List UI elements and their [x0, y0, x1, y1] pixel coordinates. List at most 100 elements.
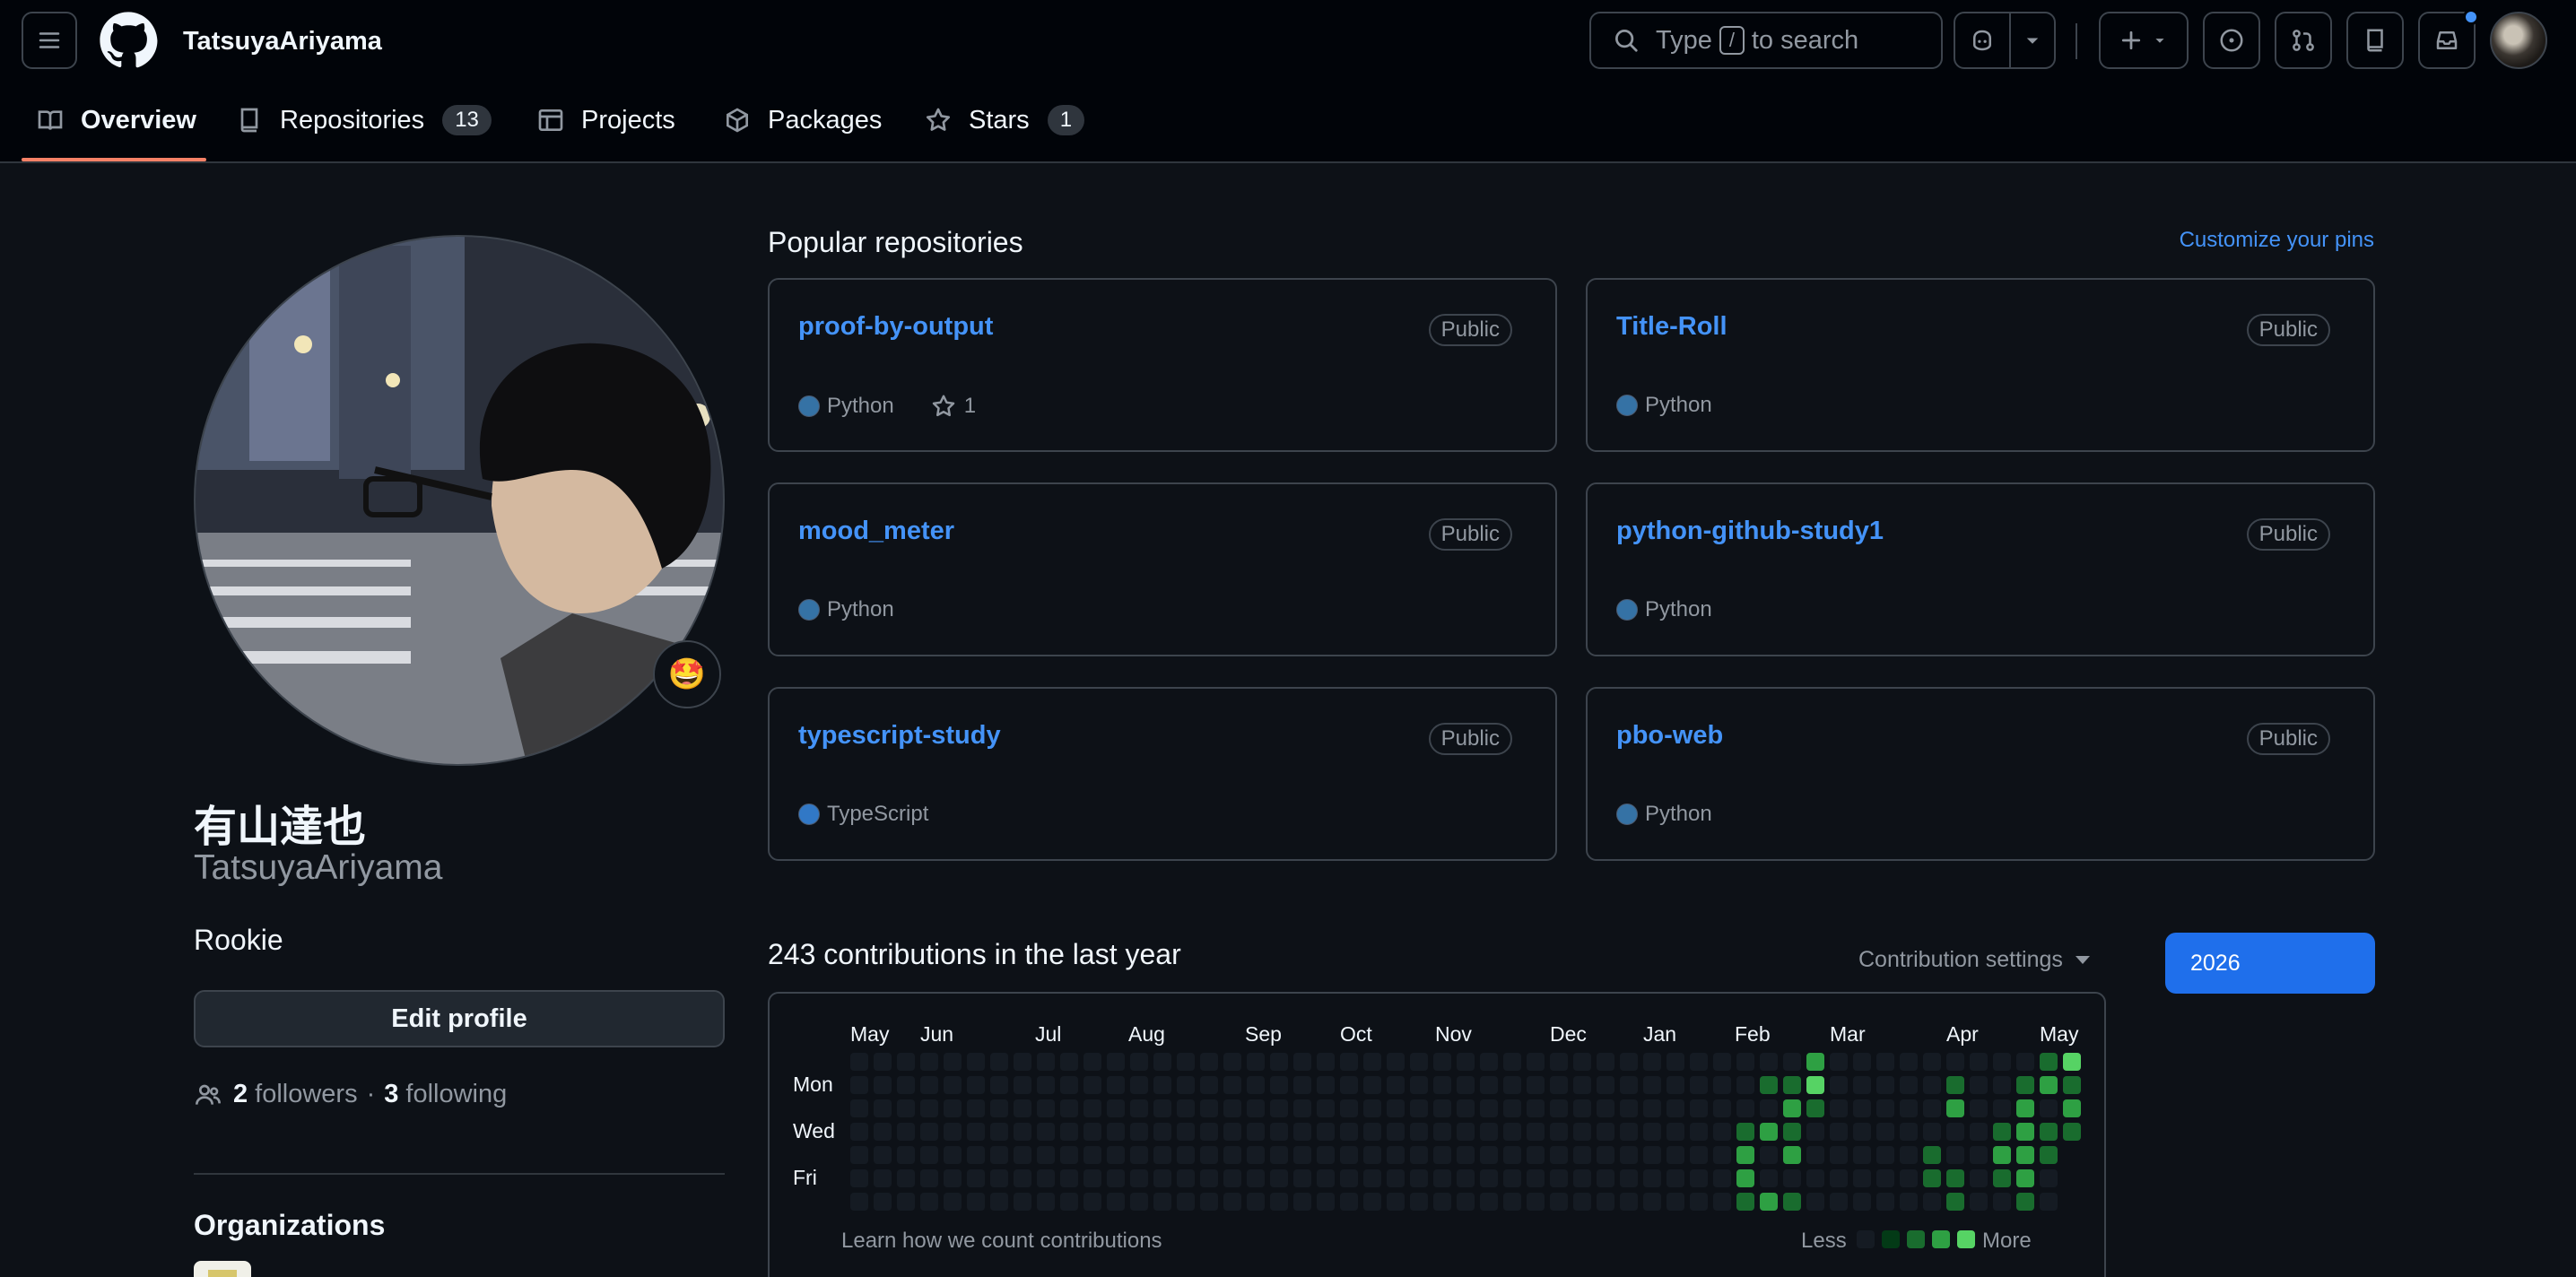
contribution-day-cell[interactable]	[1083, 1146, 1101, 1164]
contribution-day-cell[interactable]	[1433, 1076, 1451, 1094]
contribution-day-cell[interactable]	[1876, 1053, 1894, 1071]
contribution-day-cell[interactable]	[1107, 1076, 1125, 1094]
contribution-day-cell[interactable]	[897, 1146, 915, 1164]
contribution-day-cell[interactable]	[1620, 1053, 1638, 1071]
contribution-day-cell[interactable]	[944, 1076, 962, 1094]
contribution-day-cell[interactable]	[1736, 1123, 1754, 1141]
contribution-day-cell[interactable]	[1387, 1123, 1405, 1141]
contribution-day-cell[interactable]	[1060, 1193, 1078, 1211]
contribution-day-cell[interactable]	[850, 1053, 868, 1071]
contribution-day-cell[interactable]	[944, 1099, 962, 1117]
contribution-day-cell[interactable]	[1293, 1053, 1311, 1071]
contribution-day-cell[interactable]	[920, 1076, 938, 1094]
contribution-day-cell[interactable]	[1503, 1146, 1521, 1164]
contribution-day-cell[interactable]	[1667, 1193, 1684, 1211]
contribution-day-cell[interactable]	[1573, 1099, 1591, 1117]
contribution-day-cell[interactable]	[1573, 1193, 1591, 1211]
contribution-day-cell[interactable]	[1597, 1076, 1614, 1094]
contribution-day-cell[interactable]	[1993, 1123, 2011, 1141]
contribution-day-cell[interactable]	[897, 1053, 915, 1071]
contribution-day-cell[interactable]	[1293, 1169, 1311, 1187]
contribution-day-cell[interactable]	[920, 1146, 938, 1164]
contribution-day-cell[interactable]	[850, 1099, 868, 1117]
contribution-day-cell[interactable]	[1153, 1169, 1171, 1187]
contribution-day-cell[interactable]	[1293, 1146, 1311, 1164]
contribution-day-cell[interactable]	[1457, 1193, 1475, 1211]
contribution-day-cell[interactable]	[850, 1169, 868, 1187]
contribution-day-cell[interactable]	[1806, 1193, 1824, 1211]
contribution-day-cell[interactable]	[1830, 1169, 1848, 1187]
contribution-day-cell[interactable]	[874, 1076, 892, 1094]
contribution-day-cell[interactable]	[1014, 1123, 1031, 1141]
contribution-day-cell[interactable]	[1130, 1146, 1148, 1164]
contribution-day-cell[interactable]	[1387, 1146, 1405, 1164]
contribution-day-cell[interactable]	[1457, 1099, 1475, 1117]
year-2026-button[interactable]: 2026	[2165, 933, 2375, 994]
contribution-day-cell[interactable]	[967, 1053, 985, 1071]
contribution-day-cell[interactable]	[1200, 1053, 1218, 1071]
contribution-day-cell[interactable]	[1900, 1123, 1918, 1141]
contribution-day-cell[interactable]	[1177, 1146, 1195, 1164]
contribution-day-cell[interactable]	[1527, 1123, 1545, 1141]
contribution-day-cell[interactable]	[1783, 1123, 1801, 1141]
contribution-day-cell[interactable]	[1457, 1053, 1475, 1071]
contribution-day-cell[interactable]	[1247, 1169, 1265, 1187]
contribution-day-cell[interactable]	[1853, 1169, 1871, 1187]
contribution-day-cell[interactable]	[1713, 1193, 1731, 1211]
contribution-day-cell[interactable]	[874, 1146, 892, 1164]
contribution-day-cell[interactable]	[1527, 1076, 1545, 1094]
contribution-day-cell[interactable]	[967, 1169, 985, 1187]
contribution-day-cell[interactable]	[1387, 1193, 1405, 1211]
contribution-day-cell[interactable]	[1597, 1099, 1614, 1117]
tab-stars[interactable]: Stars 1	[924, 95, 1085, 145]
contribution-day-cell[interactable]	[1270, 1099, 1288, 1117]
contribution-day-cell[interactable]	[1037, 1076, 1055, 1094]
contribution-day-cell[interactable]	[1783, 1076, 1801, 1094]
contribution-day-cell[interactable]	[2016, 1169, 2034, 1187]
contribution-day-cell[interactable]	[1457, 1123, 1475, 1141]
tab-overview[interactable]: Overview	[36, 95, 196, 145]
contribution-day-cell[interactable]	[1060, 1053, 1078, 1071]
contribution-day-cell[interactable]	[1457, 1076, 1475, 1094]
contribution-day-cell[interactable]	[1946, 1146, 1964, 1164]
contribution-day-cell[interactable]	[1387, 1169, 1405, 1187]
contribution-day-cell[interactable]	[1153, 1123, 1171, 1141]
repo-name-link[interactable]: python-github-study1	[1616, 517, 1884, 546]
contribution-day-cell[interactable]	[967, 1193, 985, 1211]
contribution-day-cell[interactable]	[1550, 1076, 1568, 1094]
edit-profile-button[interactable]: Edit profile	[194, 990, 725, 1047]
contribution-day-cell[interactable]	[2016, 1076, 2034, 1094]
contribution-day-cell[interactable]	[850, 1146, 868, 1164]
contribution-day-cell[interactable]	[1643, 1053, 1661, 1071]
contribution-day-cell[interactable]	[1363, 1169, 1381, 1187]
contribution-day-cell[interactable]	[1363, 1053, 1381, 1071]
repo-name-link[interactable]: Title-Roll	[1616, 312, 1727, 342]
contribution-day-cell[interactable]	[850, 1076, 868, 1094]
contribution-day-cell[interactable]	[1736, 1053, 1754, 1071]
contribution-day-cell[interactable]	[1433, 1146, 1451, 1164]
following-link[interactable]: 3 following	[384, 1080, 507, 1109]
contribution-day-cell[interactable]	[1806, 1169, 1824, 1187]
contribution-day-cell[interactable]	[1293, 1099, 1311, 1117]
contribution-day-cell[interactable]	[1667, 1169, 1684, 1187]
contribution-day-cell[interactable]	[1620, 1123, 1638, 1141]
contribution-day-cell[interactable]	[1014, 1099, 1031, 1117]
contribution-day-cell[interactable]	[1293, 1123, 1311, 1141]
contribution-day-cell[interactable]	[1760, 1099, 1778, 1117]
contribution-day-cell[interactable]	[1620, 1099, 1638, 1117]
contribution-day-cell[interactable]	[990, 1193, 1008, 1211]
contribution-day-cell[interactable]	[1083, 1123, 1101, 1141]
contribution-day-cell[interactable]	[1410, 1099, 1428, 1117]
contribution-day-cell[interactable]	[1550, 1193, 1568, 1211]
contribution-day-cell[interactable]	[1270, 1169, 1288, 1187]
contribution-day-cell[interactable]	[2016, 1193, 2034, 1211]
contribution-day-cell[interactable]	[1690, 1053, 1708, 1071]
contribution-day-cell[interactable]	[1503, 1099, 1521, 1117]
contribution-day-cell[interactable]	[944, 1193, 962, 1211]
contribution-day-cell[interactable]	[1620, 1193, 1638, 1211]
contribution-day-cell[interactable]	[1993, 1193, 2011, 1211]
contribution-day-cell[interactable]	[1690, 1123, 1708, 1141]
contribution-day-cell[interactable]	[1876, 1146, 1894, 1164]
contribution-day-cell[interactable]	[1806, 1099, 1824, 1117]
contribution-day-cell[interactable]	[1643, 1076, 1661, 1094]
